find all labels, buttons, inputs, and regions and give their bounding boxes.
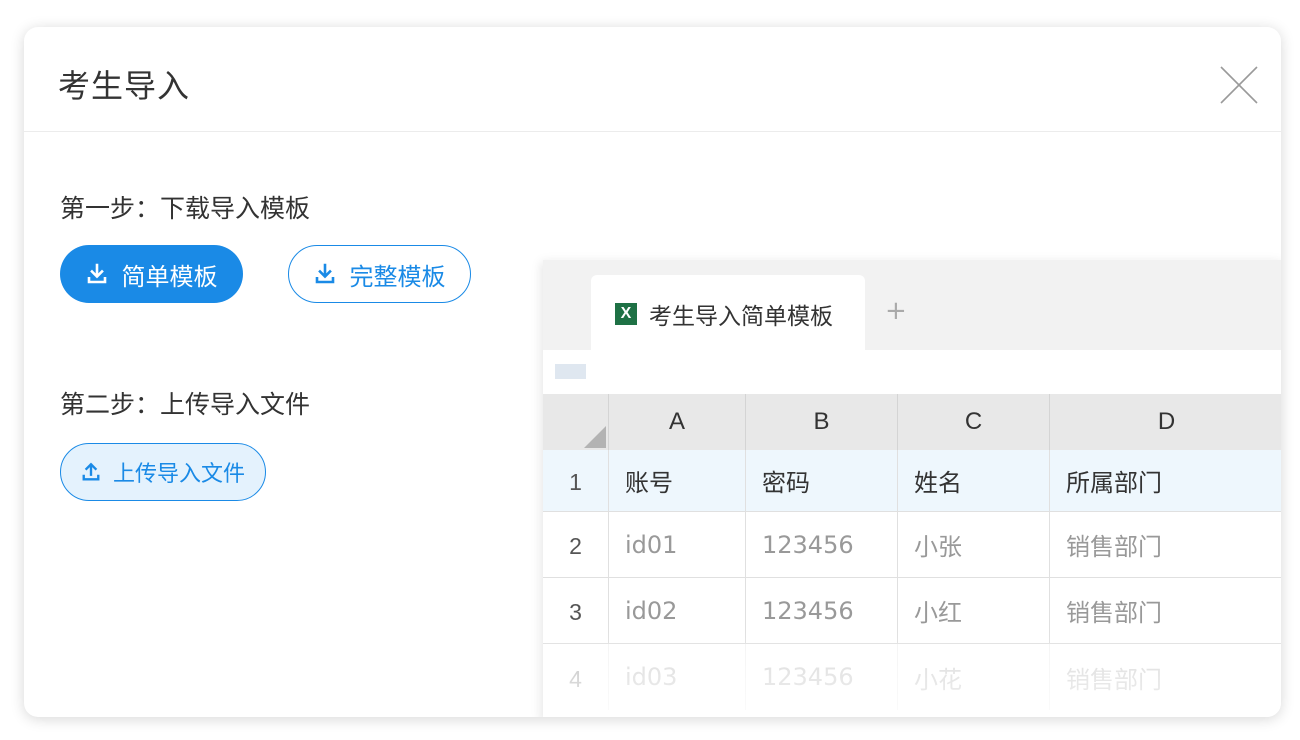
table-cell[interactable]: 销售部门 <box>1050 512 1281 577</box>
corner-triangle-icon <box>584 426 606 448</box>
row-number[interactable]: 1 <box>543 450 609 511</box>
excel-icon: X <box>615 302 637 325</box>
upload-icon <box>82 462 100 481</box>
upload-file-label: 上传导入文件 <box>112 462 245 487</box>
table-cell[interactable]: 123456 <box>746 578 898 643</box>
full-template-button[interactable]: 完整模板 <box>288 245 471 303</box>
row-number[interactable]: 4 <box>543 644 609 710</box>
table-cell[interactable]: 123456 <box>746 512 898 577</box>
row-number[interactable]: 3 <box>543 578 609 643</box>
table-cell[interactable]: 姓名 <box>898 450 1050 511</box>
close-button[interactable] <box>1219 65 1259 105</box>
row-number[interactable]: 2 <box>543 512 609 577</box>
name-box[interactable] <box>555 364 586 379</box>
sheet-tab-label: 考生导入简单模板 <box>649 303 833 330</box>
upload-file-button[interactable]: 上传导入文件 <box>60 443 266 501</box>
template-preview-sheet: X 考生导入简单模板 + A B C D 1 账号 密码 姓名 所属部门 2 i… <box>543 260 1281 717</box>
sheet-grid: A B C D 1 账号 密码 姓名 所属部门 2 id01 123456 小张… <box>543 394 1281 717</box>
select-all-corner[interactable] <box>543 394 609 450</box>
download-icon <box>315 263 334 284</box>
step1-label: 第一步：下载导入模板 <box>60 194 311 223</box>
table-cell[interactable]: 小花 <box>898 644 1050 710</box>
table-cell[interactable]: id01 <box>609 512 746 577</box>
table-cell[interactable]: id02 <box>609 578 746 643</box>
full-template-label: 完整模板 <box>349 262 446 291</box>
sheet-tab[interactable]: X 考生导入简单模板 <box>591 275 865 350</box>
column-header[interactable]: C <box>898 394 1050 450</box>
table-row: 2 id01 123456 小张 销售部门 <box>543 512 1281 578</box>
add-sheet-icon[interactable]: + <box>885 296 907 326</box>
simple-template-button[interactable]: 简单模板 <box>60 245 243 303</box>
table-row: 3 id02 123456 小红 销售部门 <box>543 578 1281 644</box>
table-cell[interactable]: 销售部门 <box>1050 578 1281 643</box>
download-icon <box>87 263 106 284</box>
table-row: 4 id03 123456 小花 销售部门 <box>543 644 1281 710</box>
column-header-row: A B C D <box>543 394 1281 450</box>
table-cell[interactable]: 小张 <box>898 512 1050 577</box>
table-cell[interactable]: id03 <box>609 644 746 710</box>
modal-header: 考生导入 <box>24 27 1281 132</box>
column-header[interactable]: B <box>746 394 898 450</box>
column-header[interactable]: D <box>1050 394 1281 450</box>
simple-template-label: 简单模板 <box>121 262 218 291</box>
table-cell[interactable]: 小红 <box>898 578 1050 643</box>
table-cell[interactable]: 所属部门 <box>1050 450 1281 511</box>
column-header[interactable]: A <box>609 394 746 450</box>
table-row: 1 账号 密码 姓名 所属部门 <box>543 450 1281 512</box>
table-cell[interactable]: 123456 <box>746 644 898 710</box>
close-icon <box>1220 66 1258 104</box>
step2-label: 第二步：上传导入文件 <box>60 390 311 419</box>
table-cell[interactable]: 密码 <box>746 450 898 511</box>
sheet-tab-bar: X 考生导入简单模板 + <box>543 260 1281 350</box>
table-cell[interactable]: 销售部门 <box>1050 644 1281 710</box>
table-cell[interactable]: 账号 <box>609 450 746 511</box>
modal-title: 考生导入 <box>58 67 191 105</box>
formula-bar <box>543 350 1281 394</box>
import-modal: 考生导入 第一步：下载导入模板 简单模板 完整模板 第二步：上传导入文件 上传导… <box>24 27 1281 717</box>
